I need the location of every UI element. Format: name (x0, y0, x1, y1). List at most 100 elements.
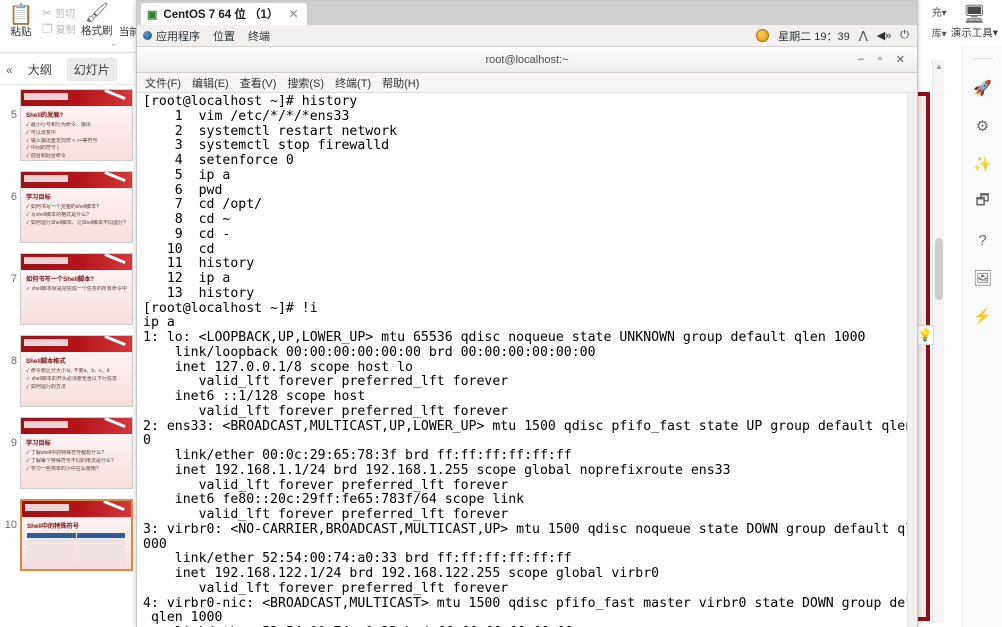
thumbnail-table-row (27, 561, 126, 566)
thumbnail-bullet: 如何运行的方法 (26, 384, 127, 392)
scroll-up-icon[interactable]: ▲ (935, 62, 943, 71)
terminal-menubar: 文件(F) 编辑(E) 查看(V) 搜索(S) 终端(T) 帮助(H) (137, 73, 917, 93)
thumbnail-table-cell (76, 550, 125, 555)
presentation-tools-button[interactable]: 🖥 演示工具▾ (951, 5, 998, 40)
ribbon-right-dropdowns: 充▾ 库▾ (932, 4, 947, 40)
scissors-icon: ✂ (42, 5, 53, 20)
power-icon[interactable]: ⏻ (900, 29, 909, 42)
menu-search[interactable]: 搜索(S) (287, 75, 324, 91)
thumbnail-row[interactable]: 6 学习目标如何书写一个完整的shell脚本?写shell脚本的格式是什么?如何运… (0, 171, 140, 243)
thumbnail-table-cell (76, 555, 125, 561)
menu-file[interactable]: 文件(F) (145, 75, 181, 91)
gnome-menu-places[interactable]: 位置 (213, 28, 235, 44)
thumbnail-row[interactable]: 10 Shell中的特殊符号 (0, 499, 140, 571)
format-painter-label: 格式刷 (81, 24, 113, 37)
cut-button[interactable]: ✂ 剪切 (42, 5, 76, 21)
ribbon-right-item-2[interactable]: 库▾ (932, 25, 947, 40)
gnome-menu-terminal[interactable]: 终端 (248, 28, 270, 44)
sliders-icon[interactable]: ⚙ (972, 115, 994, 137)
thumbnail-table-cell (27, 544, 76, 549)
terminal-body[interactable]: [root@localhost ~]# history 1 vim /etc/*… (137, 93, 917, 627)
clipboard-dialog-launcher[interactable]: ⌐ (112, 40, 117, 49)
thumbnail-table-cell (76, 544, 125, 549)
ribbon-divider (0, 52, 140, 53)
thumbnail-body: 学习目标如何书写一个完整的shell脚本?写shell脚本的格式是什么?如何运行… (21, 188, 132, 242)
thumbnail-number: 7 (10, 273, 17, 285)
thumbnail-bullet: 了解每个特殊符号不同的用法是什么? (26, 458, 127, 466)
thumbnail-bullet: 写shell脚本的格式是什么? (26, 212, 127, 220)
thumbnail-logo (25, 504, 69, 511)
thumbnail-bullet: 输入输出重定向符 < >>等符号 (26, 138, 127, 146)
ribbon-right-group: 充▾ 库▾ 🖥 演示工具▾ (906, 0, 1002, 44)
clipboard-small-buttons: ✂ 剪切 ❐ 复制 (40, 2, 78, 37)
vm-tabbar: ▣ CentOS 7 64 位 （1） ✕ (137, 1, 917, 25)
rocket-icon[interactable]: 🚀 (972, 77, 994, 99)
thumbnail-bullet: 命令要区分大小写, 不要a、b、c、d (26, 368, 127, 376)
vm-play-icon: ▣ (147, 8, 158, 21)
thumbnail-header-band (21, 418, 132, 434)
thumbnail-bullet: 学习一些简单的小中在么使用? (26, 466, 127, 474)
volume-icon[interactable]: ◀» (877, 29, 892, 42)
copy-icon: ❐ (42, 21, 53, 36)
help-icon[interactable]: ? (972, 229, 994, 251)
slide-thumbnail-5[interactable]: Shell的发展? 最小行号和行为命令、输出可以改变中输入输出重定向符 < >>等… (20, 89, 133, 161)
collapse-pane-icon[interactable]: « (6, 63, 13, 77)
thumbnail-bullet: 如何运行Shell脚本、让Shell脚本不同运行? (26, 220, 127, 228)
duplicate-slide-icon[interactable]: 🗗 (972, 191, 994, 213)
tab-outline[interactable]: 大纲 (21, 58, 59, 81)
slide-thumbnail-6[interactable]: 学习目标如何书写一个完整的shell脚本?写shell脚本的格式是什么?如何运行… (20, 171, 133, 243)
menu-terminal[interactable]: 终端(T) (335, 75, 371, 91)
slide-thumbnail-10[interactable]: Shell中的特殊符号 (20, 499, 133, 571)
menu-view[interactable]: 查看(V) (240, 75, 277, 91)
close-button[interactable]: ✕ (896, 53, 905, 66)
slide-thumbnail-8[interactable]: Shell脚本格式命令要区分大小写, 不要a、b、c、dshell脚本的开头必须… (20, 335, 133, 407)
thumbnail-bullet: 前台和后台命令 (26, 153, 127, 160)
thumbnail-body: Shell中的特殊符号 (22, 517, 131, 569)
thumbnail-bullet: 如何书写一个完整的shell脚本? (26, 204, 127, 212)
right-icon-rail: 🚀 ⚙ ✨ 🗗 ? 🖼 ⚡ (962, 46, 1002, 627)
slide-thumbnail-9[interactable]: 学习目标了解shell中的特殊符号都有什么?了解每个特殊符号不同的用法是什么?学… (20, 417, 133, 489)
image-settings-icon[interactable]: 🖼 (972, 267, 994, 289)
vmware-window[interactable]: ▣ CentOS 7 64 位 （1） ✕ 应用程序 位置 终端 星期二 19：… (136, 0, 918, 627)
thumbnail-bullet: shell脚本就是把完成一个任务的所有命令中间按执行的先后顺序,从上到下写入到一… (26, 286, 127, 294)
ribbon-right-item-1[interactable]: 充▾ (932, 4, 947, 19)
window-buttons: – ▫ ✕ (858, 53, 917, 66)
ribbon-clipboard-group: 📋 粘贴 ✂ 剪切 ❐ 复制 🖌 格式刷 当前 ⌐ (0, 0, 140, 52)
scrollbar-thumb[interactable] (935, 238, 943, 300)
tab-slides[interactable]: 幻灯片 (66, 58, 117, 81)
terminal-titlebar[interactable]: root@localhost:~ – ▫ ✕ (137, 47, 917, 73)
thumbnail-number: 10 (4, 519, 17, 531)
flash-icon[interactable]: ⚡ (972, 305, 994, 327)
format-painter-button[interactable]: 🖌 格式刷 (78, 2, 116, 37)
gnome-menu-applications[interactable]: 应用程序 (143, 28, 200, 44)
thumbnail-row[interactable]: 7 如何书写一个Shell脚本? shell脚本就是把完成一个任务的所有命令中间按执… (0, 253, 140, 325)
panel-clock[interactable]: 星期二 19：39 (778, 28, 850, 44)
thumbnail-number: 5 (10, 109, 17, 121)
minimize-button[interactable]: – (858, 53, 864, 66)
vm-tab-centos[interactable]: ▣ CentOS 7 64 位 （1） ✕ (141, 3, 307, 25)
menu-help[interactable]: 帮助(H) (382, 75, 419, 91)
copy-button[interactable]: ❐ 复制 (42, 21, 76, 37)
thumbnail-table-cell (27, 561, 76, 566)
lightbulb-icon[interactable]: 💡 (916, 325, 934, 345)
paste-button[interactable]: 📋 粘贴 (2, 2, 40, 39)
thumbnail-table-cell (76, 538, 125, 544)
terminal-scrollbar[interactable] (907, 93, 917, 627)
thumbnail-row[interactable]: 9 学习目标了解shell中的特殊符号都有什么?了解每个特殊符号不同的用法是什么?… (0, 417, 140, 489)
slide-thumbnail-7[interactable]: 如何书写一个Shell脚本? shell脚本就是把完成一个任务的所有命令中间按执行… (20, 253, 133, 325)
thumbnail-row[interactable]: 8 Shell脚本格式命令要区分大小写, 不要a、b、c、dshell脚本的开头必… (0, 335, 140, 407)
close-icon[interactable]: ✕ (288, 7, 298, 21)
network-icon[interactable]: ⋀ (859, 29, 868, 42)
copy-label: 复制 (55, 25, 76, 36)
thumbnail-table-cell (27, 555, 76, 561)
thumbnail-row[interactable]: 5 Shell的发展? 最小行号和行为命令、输出可以改变中输入输出重定向符 < >>… (0, 89, 140, 161)
thumbnail-title: Shell脚本格式 (26, 358, 66, 365)
magic-star-icon[interactable]: ✨ (972, 153, 994, 175)
avatar[interactable] (756, 29, 770, 42)
slide-thumbnail-pane[interactable]: 5 Shell的发展? 最小行号和行为命令、输出可以改变中输入输出重定向符 < >>… (0, 85, 140, 627)
thumbnail-table-row (27, 538, 126, 544)
maximize-button[interactable]: ▫ (878, 53, 882, 66)
format-painter-icon: 🖌 (84, 3, 109, 24)
thumbnail-table-cell (76, 561, 125, 566)
menu-edit[interactable]: 编辑(E) (192, 75, 229, 91)
